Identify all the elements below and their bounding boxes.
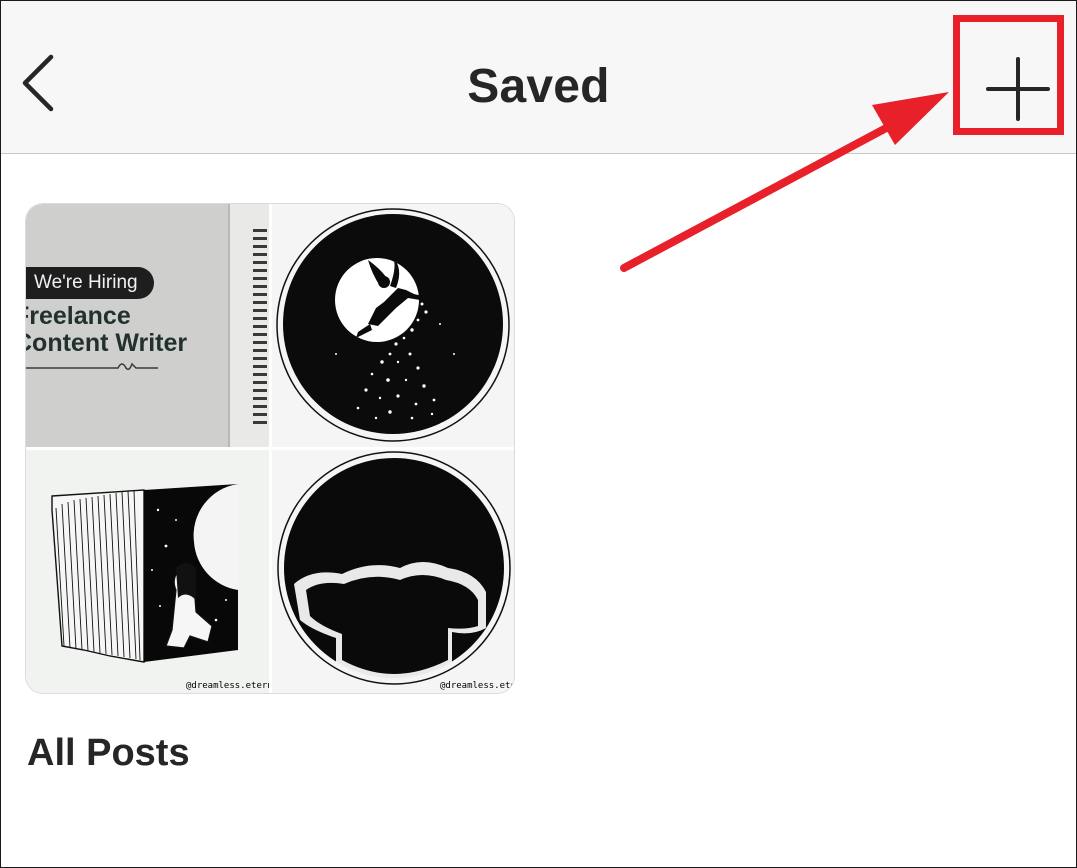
squiggle-line [26,362,158,371]
job-heading-line2: Content Writer [26,329,188,357]
collection-thumbnail-silhouettes: @dreamless.eternity [272,450,515,693]
watermark-text: @dreamless.eternity [440,681,515,691]
collection-thumbnail-hiring: We're Hiring Freelance Content Writer [26,204,269,447]
book-moon-art: @dreamless.eternity [51,484,269,691]
collection-all-posts[interactable]: We're Hiring Freelance Content Writer [25,203,515,694]
collection-title[interactable]: All Posts [27,732,190,775]
collection-thumbnail-fairy [272,204,514,447]
navigation-bar: Saved [1,1,1076,154]
collection-thumbnail-book: @dreamless.eternity [26,450,269,693]
job-heading-line1: Freelance [26,302,131,330]
fairy-moon-art [276,208,510,442]
notebook-spiral [253,229,267,424]
highlight-box [953,15,1064,135]
watermark-text: @dreamless.eternity [186,681,269,691]
job-heading: Freelance Content Writer [26,303,187,357]
hiring-badge: We're Hiring [26,267,154,299]
silhouettes-art: @dreamless.eternity [277,451,515,691]
page-title: Saved [467,60,610,113]
